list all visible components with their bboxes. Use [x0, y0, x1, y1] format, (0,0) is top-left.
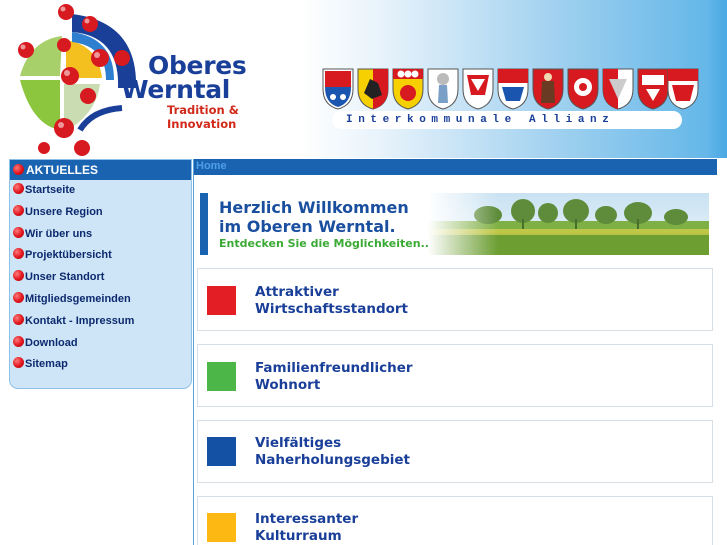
red-dot-bullet-icon — [13, 335, 24, 347]
landscape-photo — [428, 193, 709, 255]
sidebar-item-download[interactable]: Download — [10, 333, 191, 355]
sidebar-item-label: Sitemap — [25, 358, 68, 371]
logo-title-line2: Werntal — [121, 75, 231, 104]
logo-tagline-line1: Tradition & — [167, 103, 239, 117]
breadcrumb-home-link[interactable]: Home — [196, 160, 227, 172]
feature-title-line1: Familienfreundlicher — [255, 360, 413, 376]
red-dot-bullet-icon — [13, 164, 24, 175]
municipal-crests-row — [322, 68, 699, 110]
sidebar-header-label: AKTUELLES — [26, 163, 98, 177]
red-dot-bullet-icon — [13, 357, 24, 369]
banner-accent-strip — [200, 193, 208, 255]
crest-9 — [602, 68, 634, 110]
sidebar-item-unsere-region[interactable]: Unsere Region — [10, 202, 191, 224]
sidebar-item-label: Unsere Region — [25, 205, 103, 218]
sidebar-item-label: Download — [25, 336, 78, 349]
feature-title-line2: Naherholungsgebiet — [255, 452, 410, 468]
red-dot-bullet-icon — [13, 248, 24, 260]
feature-naherholungsgebiet[interactable]: Vielfältiges Naherholungsgebiet — [197, 420, 713, 483]
sidebar-item-projektuebersicht[interactable]: Projektübersicht — [10, 245, 191, 267]
red-dot-bullet-icon — [13, 270, 24, 282]
crest-1 — [322, 68, 354, 110]
red-dot-bullet-icon — [13, 204, 24, 216]
red-dot-bullet-icon — [13, 291, 24, 303]
feature-blue-square-icon — [207, 437, 236, 466]
site-header: Oberes Werntal Tradition & Innovation In… — [0, 0, 727, 158]
feature-title-line2: Wirtschaftsstandort — [255, 301, 409, 317]
sidebar-item-kontakt-impressum[interactable]: Kontakt - Impressum — [10, 311, 191, 333]
crest-4 — [427, 68, 459, 110]
crest-11 — [667, 68, 699, 110]
sidebar-item-startseite[interactable]: Startseite — [10, 180, 191, 202]
red-dot-bullet-icon — [13, 226, 24, 238]
sidebar-item-sitemap[interactable]: Sitemap — [10, 354, 191, 376]
sidebar-item-label: Kontakt - Impressum — [25, 314, 135, 327]
sidebar-item-wir-ueber-uns[interactable]: Wir über uns — [10, 224, 191, 246]
sidebar-navigation: AKTUELLES Startseite Unsere Region Wir ü… — [9, 159, 192, 389]
red-dot-bullet-icon — [13, 183, 24, 194]
feature-yellow-square-icon — [207, 513, 236, 542]
sidebar-item-mitgliedsgemeinden[interactable]: Mitgliedsgemeinden — [10, 289, 191, 311]
feature-kulturraum[interactable]: Interessanter Kulturraum — [197, 496, 713, 545]
feature-title-line2: Wohnort — [255, 377, 321, 393]
crest-2 — [357, 68, 389, 110]
sidebar-item-label: Unser Standort — [25, 271, 105, 284]
feature-wohnort[interactable]: Familienfreundlicher Wohnort — [197, 344, 713, 407]
red-dot-bullet-icon — [13, 313, 24, 325]
feature-wirtschaftsstandort[interactable]: Attraktiver Wirtschaftsstandort — [197, 268, 713, 331]
logo-tagline-line2: Innovation — [167, 117, 237, 131]
feature-green-square-icon — [207, 362, 236, 391]
sidebar-item-label: Projektübersicht — [25, 249, 112, 262]
sidebar-header[interactable]: AKTUELLES — [10, 160, 191, 180]
crest-6 — [497, 68, 529, 110]
alliance-label: Interkommunale Allianz — [332, 111, 682, 129]
welcome-heading-line2: im Oberen Werntal. — [219, 217, 396, 236]
sidebar-item-label: Wir über uns — [25, 227, 93, 240]
feature-title-line2: Kulturraum — [255, 528, 342, 544]
feature-title-line1: Attraktiver — [255, 284, 339, 300]
breadcrumb: Home — [194, 159, 717, 175]
welcome-banner: Herzlich Willkommen im Oberen Werntal. E… — [200, 193, 709, 255]
welcome-heading-line1: Herzlich Willkommen — [219, 198, 409, 217]
crest-3 — [392, 68, 424, 110]
feature-title-line1: Interessanter — [255, 511, 359, 527]
sidebar-item-label: Startseite — [25, 184, 76, 196]
crest-8 — [567, 68, 599, 110]
crest-5 — [462, 68, 494, 110]
crest-10 — [637, 68, 669, 110]
feature-red-square-icon — [207, 286, 236, 315]
crest-7 — [532, 68, 564, 110]
sidebar-item-label: Mitgliedsgemeinden — [25, 292, 131, 305]
content-divider — [193, 159, 194, 545]
feature-title-line1: Vielfältiges — [255, 435, 342, 451]
header-rim — [707, 0, 727, 158]
welcome-subline: Entdecken Sie die Möglichkeiten... — [219, 237, 434, 250]
sidebar-item-unser-standort[interactable]: Unser Standort — [10, 267, 191, 289]
